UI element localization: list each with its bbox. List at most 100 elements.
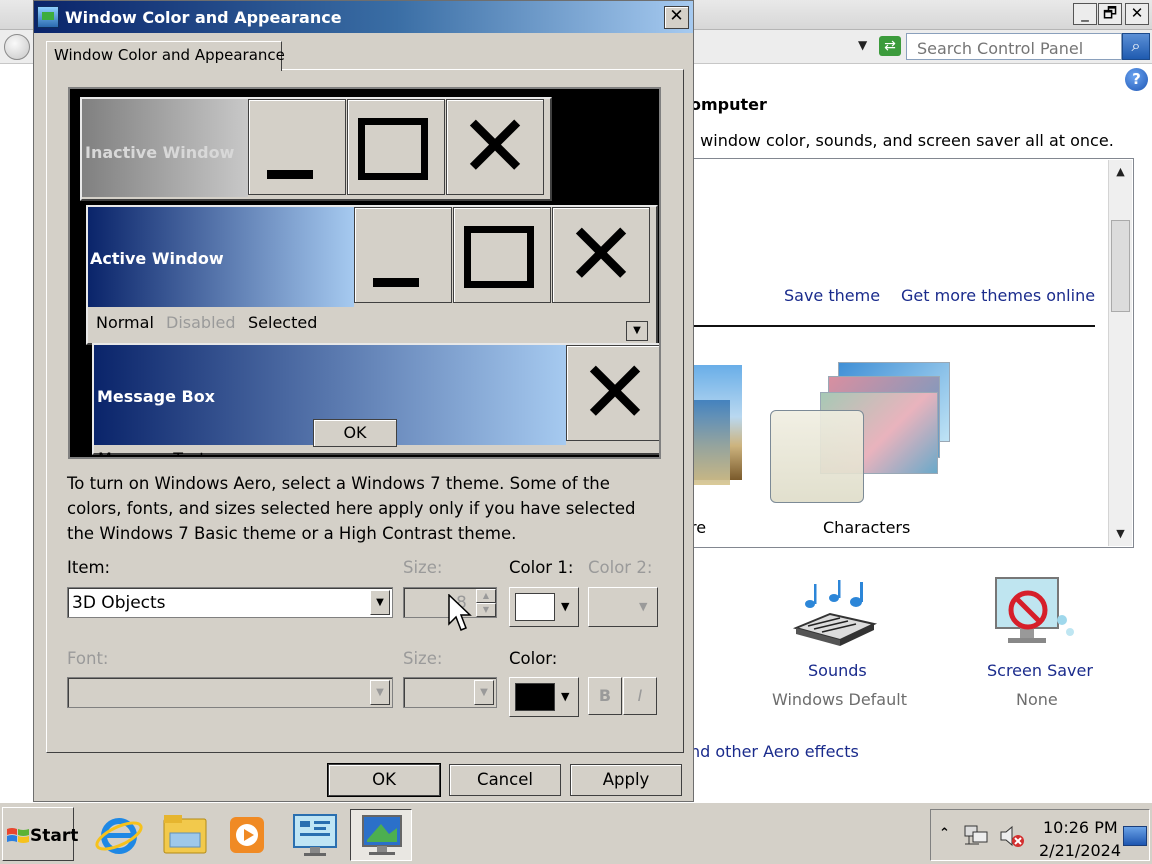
search-input[interactable] xyxy=(906,33,1122,60)
clock-date[interactable]: 2/21/2024 xyxy=(1039,841,1121,860)
preview-active-window[interactable]: Active Window ✕ Normal Disabled Selected… xyxy=(86,205,658,345)
windows-logo-icon xyxy=(7,828,29,843)
font-label: Font: xyxy=(67,649,109,668)
get-more-themes-link[interactable]: Get more themes online xyxy=(901,286,1095,305)
control-panel-icon[interactable] xyxy=(288,809,342,861)
divider xyxy=(690,325,1095,327)
taskbar: Start ⌃ 10:26 PM 2/21/2024 xyxy=(0,802,1152,864)
color1-picker[interactable]: ▼ xyxy=(509,587,579,627)
selected-theme-highlight xyxy=(770,410,864,503)
sounds-link[interactable]: Sounds xyxy=(808,661,867,680)
show-desktop-icon[interactable] xyxy=(1123,826,1147,846)
message-box-close-icon: ✕ xyxy=(566,345,659,441)
menu-normal: Normal xyxy=(96,313,154,332)
network-icon[interactable] xyxy=(963,824,989,846)
italic-button[interactable]: I xyxy=(623,677,657,715)
scroll-up-icon[interactable]: ▲ xyxy=(1109,162,1132,182)
aero-effects-link[interactable]: nd other Aero effects xyxy=(690,742,859,761)
inactive-close-icon: ✕ xyxy=(446,99,544,195)
file-explorer-icon[interactable] xyxy=(158,809,212,861)
mouse-cursor-icon xyxy=(448,594,472,631)
inactive-maximize-icon xyxy=(347,99,445,195)
chevron-down-icon[interactable]: ▼ xyxy=(474,680,494,705)
tab-window-color[interactable]: Window Color and Appearance xyxy=(46,41,285,71)
color1-label: Color 1: xyxy=(509,558,574,577)
internet-explorer-icon[interactable] xyxy=(92,809,146,861)
screen-saver-value: None xyxy=(1016,690,1058,709)
font-color-picker[interactable]: ▼ xyxy=(509,677,579,717)
active-minimize-icon xyxy=(354,207,452,303)
chevron-down-icon: ▼ xyxy=(561,690,570,703)
window-color-appearance-dialog: Window Color and Appearance ✕ Window Col… xyxy=(33,0,694,802)
page-description: , window color, sounds, and screen saver… xyxy=(690,131,1114,150)
menu-selected: Selected xyxy=(248,313,318,332)
cancel-button[interactable]: Cancel xyxy=(449,764,561,796)
font-select[interactable]: ▼ xyxy=(67,677,393,708)
theme-label-characters: Characters xyxy=(823,518,911,537)
help-icon[interactable]: ? xyxy=(1125,68,1148,91)
theme-list-scrollbar[interactable]: ▲ ▼ xyxy=(1108,160,1132,546)
chevron-down-icon[interactable]: ▼ xyxy=(370,680,390,705)
sounds-icon[interactable] xyxy=(790,578,882,648)
aero-info-text: To turn on Windows Aero, select a Window… xyxy=(67,474,636,543)
minimize-button[interactable]: _ xyxy=(1073,3,1097,25)
message-text: Message Text xyxy=(98,449,206,459)
active-window-label: Active Window xyxy=(90,249,224,268)
scroll-down-icon[interactable]: ▼ xyxy=(1109,524,1132,544)
dialog-titlebar[interactable]: Window Color and Appearance ✕ xyxy=(34,1,693,33)
inactive-window-label: Inactive Window xyxy=(85,143,235,162)
system-tray: ⌃ 10:26 PM 2/21/2024 xyxy=(930,809,1150,861)
font-size-select[interactable]: ▼ xyxy=(403,677,497,708)
display-settings-icon xyxy=(362,815,402,855)
sounds-value: Windows Default xyxy=(772,690,907,709)
color1-swatch xyxy=(515,593,555,621)
ok-button[interactable]: OK xyxy=(327,763,441,797)
save-theme-link[interactable]: Save theme xyxy=(784,286,880,305)
theme-list[interactable] xyxy=(690,158,1134,548)
restore-button[interactable]: 🗗 xyxy=(1098,3,1122,25)
chevron-down-icon: ▼ xyxy=(639,600,648,613)
item-select[interactable]: 3D Objects ▼ xyxy=(67,587,393,618)
preview-ok-button[interactable]: OK xyxy=(313,419,397,447)
chevron-down-icon[interactable]: ▼ xyxy=(370,590,390,615)
active-close-icon: ✕ xyxy=(552,207,650,303)
display-settings-taskbar-button[interactable] xyxy=(350,809,412,861)
bold-button[interactable]: B xyxy=(588,677,622,715)
volume-muted-icon[interactable] xyxy=(999,824,1025,848)
start-button[interactable]: Start xyxy=(2,807,78,861)
clock-time[interactable]: 10:26 PM xyxy=(1043,818,1118,837)
item-value: 3D Objects xyxy=(72,593,166,613)
start-label: Start xyxy=(30,826,79,846)
scroll-thumb[interactable] xyxy=(1111,220,1130,312)
address-dropdown-icon[interactable]: ▼ xyxy=(858,38,867,52)
menu-disabled: Disabled xyxy=(166,313,236,332)
color2-label: Color 2: xyxy=(588,558,653,577)
close-button[interactable]: ✕ xyxy=(1125,3,1149,25)
dialog-title: Window Color and Appearance xyxy=(65,8,342,27)
inactive-minimize-icon xyxy=(248,99,346,195)
dialog-close-button[interactable]: ✕ xyxy=(664,6,689,29)
refresh-icon[interactable]: ⇄ xyxy=(879,36,901,56)
item-size-label: Size: xyxy=(403,558,443,577)
theme-thumbnail-layer xyxy=(690,400,730,485)
appearance-preview[interactable]: Inactive Window ✕ Active Window ✕ Normal… xyxy=(68,87,661,459)
font-color-label: Color: xyxy=(509,649,558,668)
screen-saver-link[interactable]: Screen Saver xyxy=(987,661,1093,680)
item-label: Item: xyxy=(67,558,111,577)
screen-saver-icon[interactable] xyxy=(990,576,1080,652)
spin-down-icon[interactable]: ▼ xyxy=(476,603,496,617)
color2-picker[interactable]: ▼ xyxy=(588,587,658,627)
apply-button[interactable]: Apply xyxy=(570,764,682,796)
back-button[interactable] xyxy=(4,34,30,60)
spin-up-icon[interactable]: ▲ xyxy=(476,589,496,603)
font-size-label: Size: xyxy=(403,649,443,668)
page-heading: omputer xyxy=(690,95,767,114)
media-player-icon[interactable] xyxy=(220,809,274,861)
control-panel-icon xyxy=(37,6,59,28)
font-color-swatch xyxy=(515,683,555,711)
search-icon[interactable]: ⌕ xyxy=(1122,33,1150,60)
message-box-label: Message Box xyxy=(97,387,215,406)
show-hidden-icons-icon[interactable]: ⌃ xyxy=(939,826,950,841)
preview-inactive-window[interactable]: Inactive Window ✕ xyxy=(80,97,552,201)
active-maximize-icon xyxy=(453,207,551,303)
